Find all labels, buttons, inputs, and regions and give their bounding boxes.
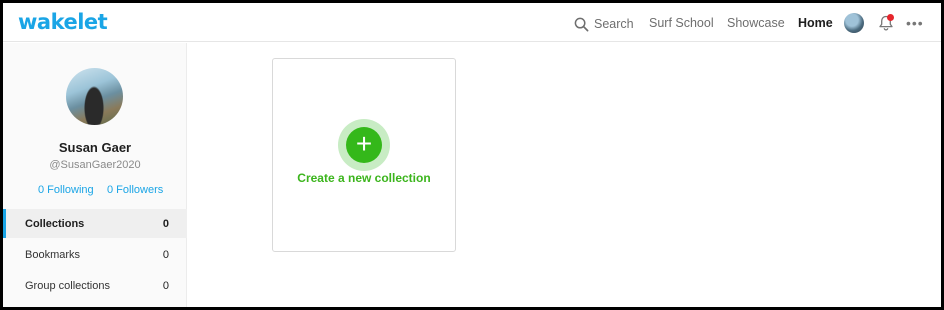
profile-avatar[interactable] bbox=[66, 68, 123, 125]
sidebar-item-label: Bookmarks bbox=[25, 248, 81, 261]
search-label: Search bbox=[594, 17, 634, 31]
user-avatar-menu[interactable] bbox=[844, 13, 864, 33]
nav-surf-school[interactable]: Surf School bbox=[649, 16, 714, 30]
search-icon bbox=[574, 17, 589, 31]
wakelet-logo[interactable]: wakelet bbox=[18, 10, 108, 34]
profile-sidebar: Susan Gaer @SusanGaer2020 0 Following 0 … bbox=[3, 43, 187, 307]
app-window: wakelet Search Surf School Showcase Home… bbox=[3, 3, 941, 307]
nav-showcase[interactable]: Showcase bbox=[727, 16, 785, 30]
sidebar-item-label: Collections bbox=[25, 217, 85, 230]
sidebar-item-bookmarks[interactable]: Bookmarks 0 bbox=[3, 240, 187, 269]
top-header: wakelet Search Surf School Showcase Home… bbox=[3, 3, 941, 42]
more-options-icon[interactable]: ••• bbox=[906, 14, 928, 32]
profile-name: Susan Gaer bbox=[58, 140, 132, 155]
search-button[interactable]: Search bbox=[574, 15, 634, 33]
profile-handle: @SusanGaer2020 bbox=[49, 159, 141, 171]
create-collection-label: Create a new collection bbox=[297, 171, 431, 185]
sidebar-item-collections[interactable]: Collections 0 bbox=[3, 209, 187, 238]
notification-dot bbox=[887, 14, 894, 21]
plus-icon[interactable]: + bbox=[346, 127, 382, 163]
nav-home[interactable]: Home bbox=[798, 16, 833, 30]
sidebar-item-count: 0 bbox=[162, 248, 169, 261]
sidebar-item-count: 0 bbox=[162, 279, 169, 292]
create-collection-card[interactable]: + Create a new collection bbox=[272, 58, 456, 252]
followers-link[interactable]: 0 Followers bbox=[107, 184, 163, 196]
sidebar-item-count: 0 bbox=[162, 217, 169, 230]
following-link[interactable]: 0 Following bbox=[38, 184, 94, 196]
sidebar-item-group-collections[interactable]: Group collections 0 bbox=[3, 271, 187, 300]
sidebar-item-label: Group collections bbox=[25, 279, 110, 292]
